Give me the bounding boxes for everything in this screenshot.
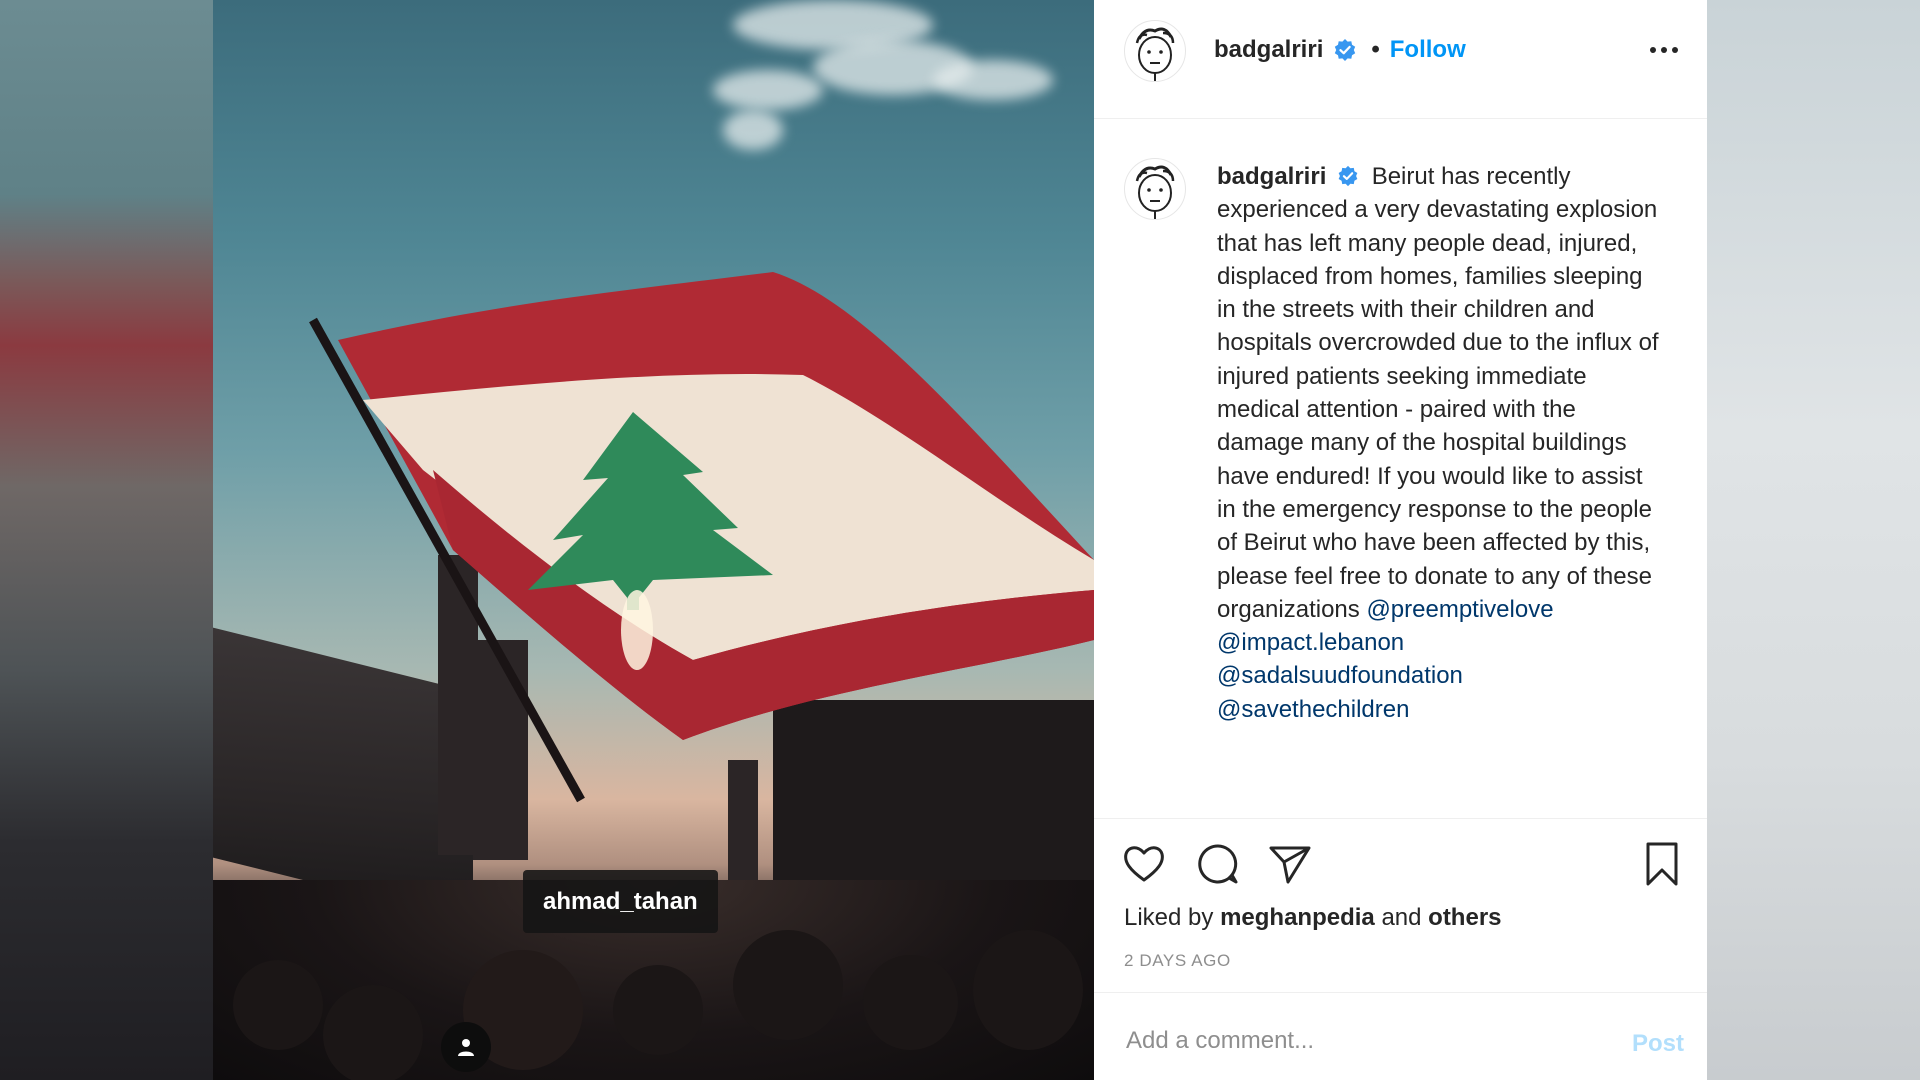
post-caption: badgalriri Beirut has recently experienc… xyxy=(1217,160,1667,726)
user-tag-button[interactable] xyxy=(441,1022,491,1072)
more-options-icon[interactable] xyxy=(1650,40,1682,60)
header-username[interactable]: badgalriri xyxy=(1214,36,1323,64)
comment-icon[interactable] xyxy=(1194,840,1242,888)
comment-input[interactable] xyxy=(1124,1026,1608,1056)
bookmark-icon[interactable] xyxy=(1638,840,1686,888)
caption-text: Beirut has recently experienced a very d… xyxy=(1217,163,1659,623)
header-user-row: badgalriri • Follow xyxy=(1214,36,1466,64)
likes-prefix: Liked by xyxy=(1124,904,1214,931)
user-tag-icon xyxy=(458,1039,474,1056)
avatar[interactable] xyxy=(1124,20,1186,82)
blurred-backdrop-right xyxy=(1707,0,1920,1080)
mention-link[interactable]: @savethechildren xyxy=(1217,693,1667,726)
verified-badge-icon xyxy=(1337,165,1361,189)
mention-link[interactable]: @preemptivelove xyxy=(1366,596,1553,623)
caption-username[interactable]: badgalriri xyxy=(1217,163,1326,190)
caption-avatar[interactable] xyxy=(1124,158,1186,220)
post-details-panel: badgalriri • Follow badgalriri Beirut ha… xyxy=(1094,0,1707,1080)
user-tag-text: ahmad_tahan xyxy=(543,887,698,915)
heart-icon[interactable] xyxy=(1120,840,1168,888)
divider xyxy=(1094,992,1707,993)
post-timestamp[interactable]: 2 DAYS AGO xyxy=(1124,951,1231,971)
share-icon[interactable] xyxy=(1266,840,1314,888)
header-separator: • xyxy=(1371,36,1380,63)
user-tag-label[interactable]: ahmad_tahan xyxy=(523,870,718,933)
mention-link[interactable]: @impact.lebanon xyxy=(1217,626,1667,659)
mention-link[interactable]: @sadalsuudfoundation xyxy=(1217,659,1667,692)
divider xyxy=(1094,818,1707,819)
post-header: badgalriri • Follow xyxy=(1094,0,1707,119)
post-comment-button[interactable]: Post xyxy=(1632,1030,1684,1058)
verified-badge-icon xyxy=(1333,38,1357,62)
avatar-face-icon xyxy=(1135,165,1175,219)
likes-summary: Liked by meghanpedia and others xyxy=(1124,904,1502,932)
likes-middle: and xyxy=(1381,904,1422,931)
post-photo[interactable]: ahmad_tahan xyxy=(213,0,1094,1080)
likes-others-link[interactable]: others xyxy=(1428,904,1501,931)
follow-button[interactable]: Follow xyxy=(1390,36,1466,64)
liked-by-user-link[interactable]: meghanpedia xyxy=(1220,904,1375,931)
avatar-face-icon xyxy=(1135,27,1175,81)
